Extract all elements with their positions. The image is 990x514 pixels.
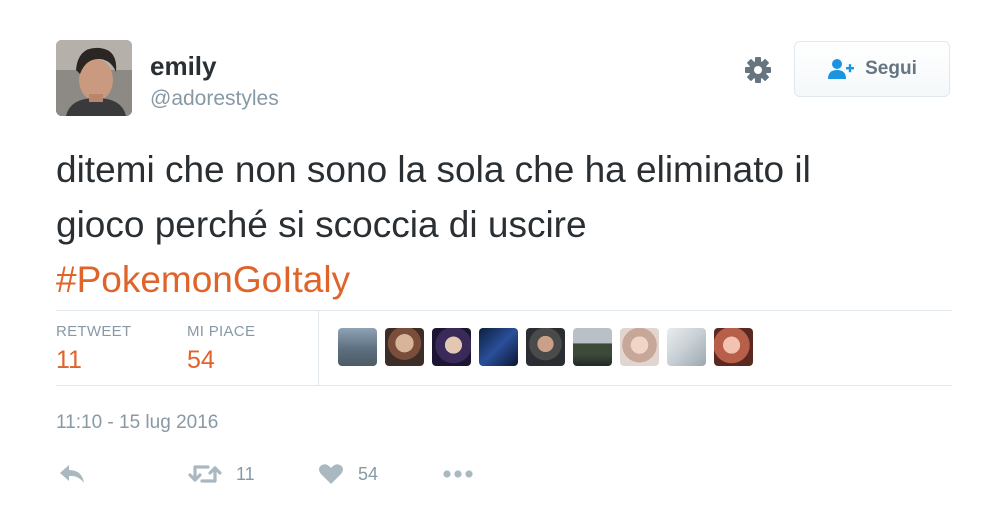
- reply-button[interactable]: [58, 458, 86, 490]
- stats-top-divider: [56, 310, 952, 311]
- liker-avatar-8[interactable]: [667, 328, 706, 366]
- liker-avatar-1[interactable]: [338, 328, 377, 366]
- retweet-icon: [188, 465, 222, 483]
- more-button[interactable]: [442, 458, 474, 490]
- hashtag-link[interactable]: #PokemonGoItaly: [56, 259, 350, 300]
- retweet-button[interactable]: 11: [188, 458, 255, 490]
- gear-icon[interactable]: [742, 54, 774, 86]
- tweet-text-line-1: ditemi che non sono la sola che ha elimi…: [56, 149, 811, 190]
- likers-avatars: [338, 328, 753, 366]
- liker-avatar-6[interactable]: [573, 328, 612, 366]
- liker-avatar-3[interactable]: [432, 328, 471, 366]
- liker-avatar-5[interactable]: [526, 328, 565, 366]
- tweet-text-line-2: gioco perché si scoccia di uscire: [56, 204, 587, 245]
- avatar[interactable]: [56, 40, 132, 116]
- follow-button[interactable]: Segui: [794, 41, 950, 97]
- liker-avatar-9[interactable]: [714, 328, 753, 366]
- likes-label: MI PIACE: [187, 323, 256, 340]
- heart-icon: [319, 464, 343, 484]
- like-action-count: 54: [358, 463, 379, 484]
- tweet-text: ditemi che non sono la sola che ha elimi…: [56, 142, 956, 307]
- retweet-action-count: 11: [236, 463, 255, 484]
- add-user-icon: [828, 59, 855, 79]
- retweet-count[interactable]: 11: [56, 346, 82, 375]
- display-name[interactable]: emily: [150, 51, 217, 82]
- liker-avatar-7[interactable]: [620, 328, 659, 366]
- liker-avatar-4[interactable]: [479, 328, 518, 366]
- reply-icon: [60, 465, 84, 483]
- like-button[interactable]: 54: [318, 458, 378, 490]
- retweet-label: RETWEET: [56, 323, 132, 340]
- user-handle[interactable]: @adorestyles: [150, 87, 279, 111]
- liker-avatar-2[interactable]: [385, 328, 424, 366]
- tweet-timestamp[interactable]: 11:10 - 15 lug 2016: [56, 412, 218, 434]
- profile-photo-icon: [56, 40, 132, 116]
- likes-count[interactable]: 54: [187, 346, 215, 375]
- more-icon: [443, 470, 473, 478]
- stats-bottom-divider: [56, 385, 952, 386]
- follow-label: Segui: [865, 58, 917, 79]
- stats-vertical-divider: [318, 311, 319, 385]
